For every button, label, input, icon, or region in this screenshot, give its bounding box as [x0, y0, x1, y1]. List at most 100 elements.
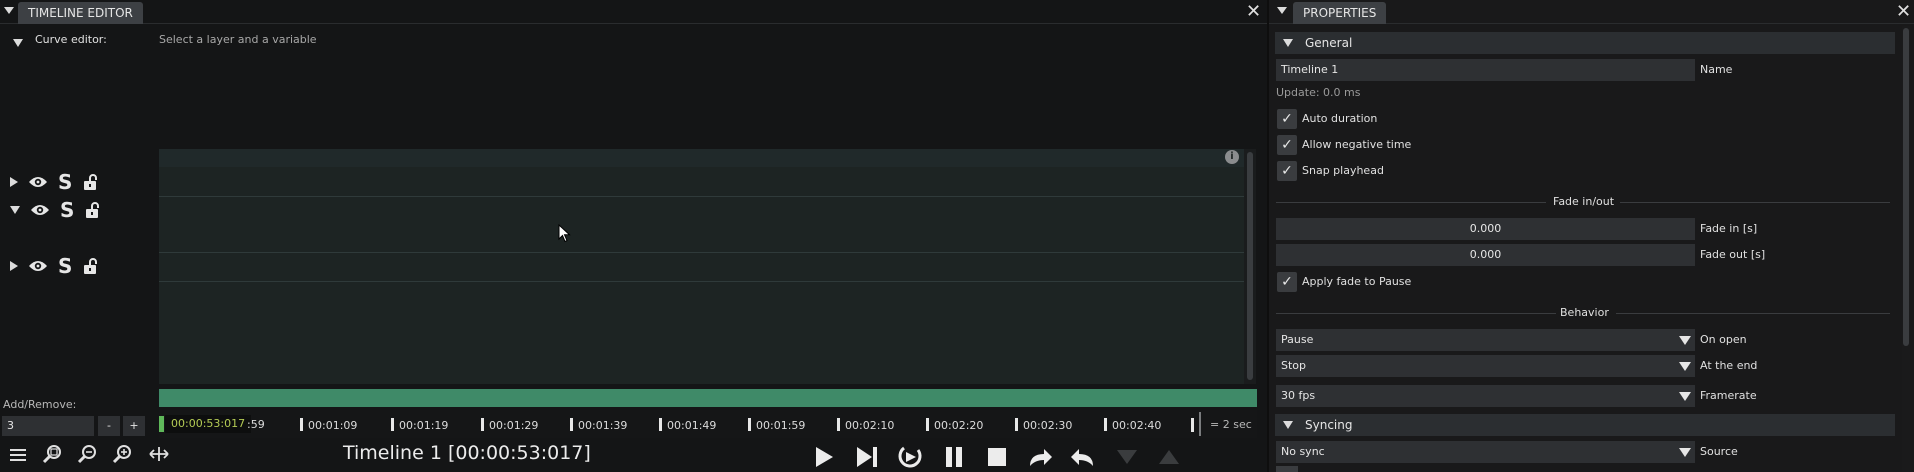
apply-fade-checkbox[interactable]: ✓ [1277, 272, 1297, 292]
track-area[interactable] [159, 149, 1244, 384]
ruler-tick-label: 00:02:40 [1104, 418, 1161, 432]
section-general-header[interactable]: General [1275, 32, 1895, 54]
layer-row[interactable]: S [10, 255, 98, 277]
allow-negative-checkbox[interactable]: ✓ [1277, 135, 1297, 155]
ruler-tick-label: 00:01:19 [391, 418, 448, 432]
close-icon[interactable]: ✕ [1246, 2, 1261, 22]
layer-row[interactable]: S [10, 171, 98, 193]
auto-duration-checkbox[interactable]: ✓ [1277, 109, 1297, 129]
ruler-tick-label: 00:02:20 [926, 418, 983, 432]
timeline-range-bar[interactable] [159, 389, 1257, 407]
next-frame-button[interactable] [854, 445, 880, 469]
partial-checkbox[interactable] [1276, 466, 1298, 472]
stop-button[interactable] [984, 445, 1010, 469]
auto-duration-label: Auto duration [1302, 112, 1378, 125]
undo-button[interactable] [1070, 445, 1096, 469]
on-open-value: Pause [1281, 333, 1314, 346]
solo-icon[interactable]: S [60, 200, 74, 220]
playhead-time: 00:00:53:017 [165, 415, 252, 433]
timeline-titlebar: TIMELINE EDITOR ✕ [0, 0, 1267, 24]
stop-icon [988, 448, 1006, 466]
behavior-section-header: Behavior [1560, 306, 1609, 319]
at-end-select[interactable]: Stop [1276, 355, 1695, 377]
expand-icon[interactable] [10, 261, 18, 271]
fade-in-label: Fade in [s] [1700, 222, 1758, 235]
zoom-in-icon[interactable] [112, 444, 132, 464]
framerate-label: Framerate [1700, 389, 1757, 402]
unlock-icon[interactable] [84, 202, 100, 218]
divider [1620, 202, 1890, 203]
section-general-title: General [1305, 36, 1353, 50]
unlock-icon[interactable] [82, 258, 98, 274]
timeline-tab-title[interactable]: TIMELINE EDITOR [18, 2, 143, 24]
properties-tab-title[interactable]: PROPERTIES [1293, 2, 1387, 24]
framerate-value: 30 fps [1281, 389, 1316, 402]
keyframe-up-button[interactable] [1156, 445, 1182, 469]
eye-icon[interactable] [30, 203, 50, 217]
snap-playhead-label: Snap playhead [1302, 164, 1384, 177]
unlock-icon[interactable] [82, 174, 98, 190]
fade-in-input[interactable]: 0.000 [1276, 218, 1695, 240]
ruler-tick [1191, 418, 1194, 432]
panel-menu-icon[interactable] [1277, 7, 1287, 14]
section-syncing-header[interactable]: Syncing [1275, 414, 1895, 436]
loop-play-button[interactable] [897, 445, 923, 469]
ruler-tick-label: 00:01:59 [748, 418, 805, 432]
playhead-marker[interactable] [159, 416, 164, 432]
solo-icon[interactable]: S [58, 256, 72, 276]
triangle-up-icon [1159, 450, 1179, 464]
zoom-out-icon[interactable] [77, 444, 97, 464]
close-icon[interactable]: ✕ [1896, 2, 1911, 22]
timeline-status-title: Timeline 1 [00:00:53:017] [343, 442, 591, 464]
eye-icon[interactable] [28, 175, 48, 189]
sync-source-select[interactable]: No sync [1276, 441, 1695, 463]
expand-icon[interactable] [10, 177, 18, 187]
properties-titlebar: PROPERTIES ✕ [1269, 0, 1914, 24]
info-icon[interactable]: i [1225, 150, 1239, 164]
panel-menu-icon[interactable] [4, 7, 14, 14]
snap-playhead-checkbox[interactable]: ✓ [1277, 161, 1297, 181]
update-time-text: Update: 0.0 ms [1276, 86, 1361, 99]
skip-next-icon [857, 447, 877, 467]
dropdown-arrow-icon [1679, 392, 1691, 401]
on-open-select[interactable]: Pause [1276, 329, 1695, 351]
ruler-tick-label: 00:01:39 [570, 418, 627, 432]
keyframe-down-button[interactable] [1114, 445, 1140, 469]
curve-editor-toggle[interactable] [13, 36, 23, 50]
redo-button[interactable] [1027, 445, 1053, 469]
add-button[interactable]: + [123, 416, 145, 436]
chevron-down-icon [1283, 39, 1293, 47]
sync-source-value: No sync [1281, 445, 1325, 458]
framerate-select[interactable]: 30 fps [1276, 385, 1695, 407]
redo-icon [1030, 449, 1052, 466]
chevron-down-icon [1283, 421, 1293, 429]
track-separator [159, 252, 1244, 253]
add-remove-input[interactable]: 3 [2, 416, 94, 436]
undo-icon [1071, 449, 1093, 466]
ruler-tick-label: 00:02:10 [837, 418, 894, 432]
at-end-value: Stop [1281, 359, 1307, 372]
fade-section-header: Fade in/out [1553, 195, 1615, 208]
properties-scrollbar-thumb[interactable] [1903, 28, 1909, 346]
remove-button[interactable]: - [98, 416, 120, 436]
pause-button[interactable] [941, 445, 967, 469]
fade-out-input[interactable]: 0.000 [1276, 244, 1695, 266]
solo-icon[interactable]: S [58, 172, 72, 192]
pause-icon [946, 447, 962, 467]
ruler-tick-label: 00:02:30 [1015, 418, 1072, 432]
scrollbar-thumb[interactable] [1247, 152, 1253, 380]
play-button[interactable] [811, 445, 837, 469]
time-ruler[interactable]: 00:00:53:017 :59 00:01:09 00:01:19 00:01… [159, 410, 1257, 438]
play-icon [816, 447, 833, 467]
eye-icon[interactable] [28, 259, 48, 273]
track-separator [159, 281, 1244, 282]
layer-row[interactable]: S [10, 199, 100, 221]
at-end-label: At the end [1700, 359, 1758, 372]
pan-arrows-icon[interactable] [148, 444, 170, 464]
name-input[interactable]: Timeline 1 [1276, 59, 1695, 81]
zoom-fit-icon[interactable] [42, 444, 62, 464]
divider [1276, 202, 1546, 203]
hamburger-menu-icon[interactable] [10, 445, 26, 465]
collapse-icon[interactable] [10, 206, 20, 214]
chevron-down-icon [13, 39, 23, 47]
